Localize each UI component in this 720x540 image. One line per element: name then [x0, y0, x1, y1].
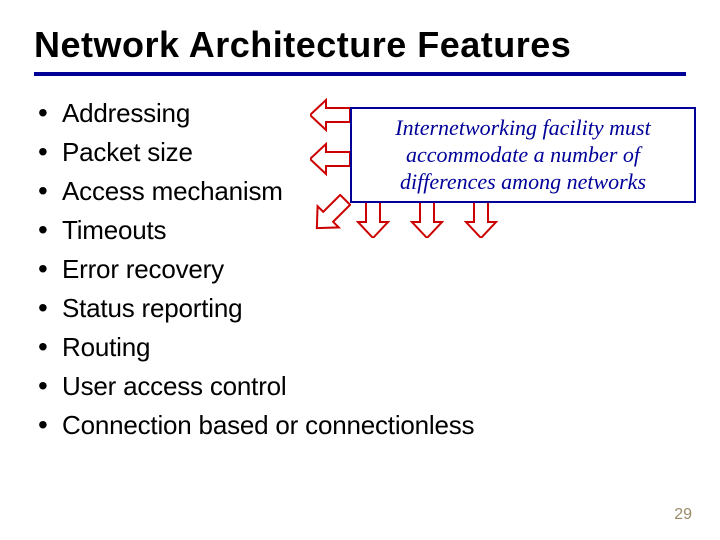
list-item: Error recovery [34, 250, 686, 289]
arrow-down-icon [464, 198, 498, 238]
page-number: 29 [674, 506, 692, 524]
callout-box: Internetworking facility must accommodat… [350, 107, 696, 203]
content-area: Addressing Packet size Access mechanism … [34, 94, 686, 445]
arrow-left-icon [310, 98, 350, 132]
list-item: Connection based or connectionless [34, 406, 686, 445]
list-item: User access control [34, 367, 686, 406]
list-item: Routing [34, 328, 686, 367]
page-title: Network Architecture Features [34, 24, 686, 76]
slide: Network Architecture Features Addressing… [0, 0, 720, 540]
arrow-down-icon [410, 198, 444, 238]
arrow-left-icon [310, 142, 350, 176]
arrow-down-icon [356, 198, 390, 238]
arrow-diagonal-down-left-icon [311, 194, 351, 234]
list-item: Status reporting [34, 289, 686, 328]
